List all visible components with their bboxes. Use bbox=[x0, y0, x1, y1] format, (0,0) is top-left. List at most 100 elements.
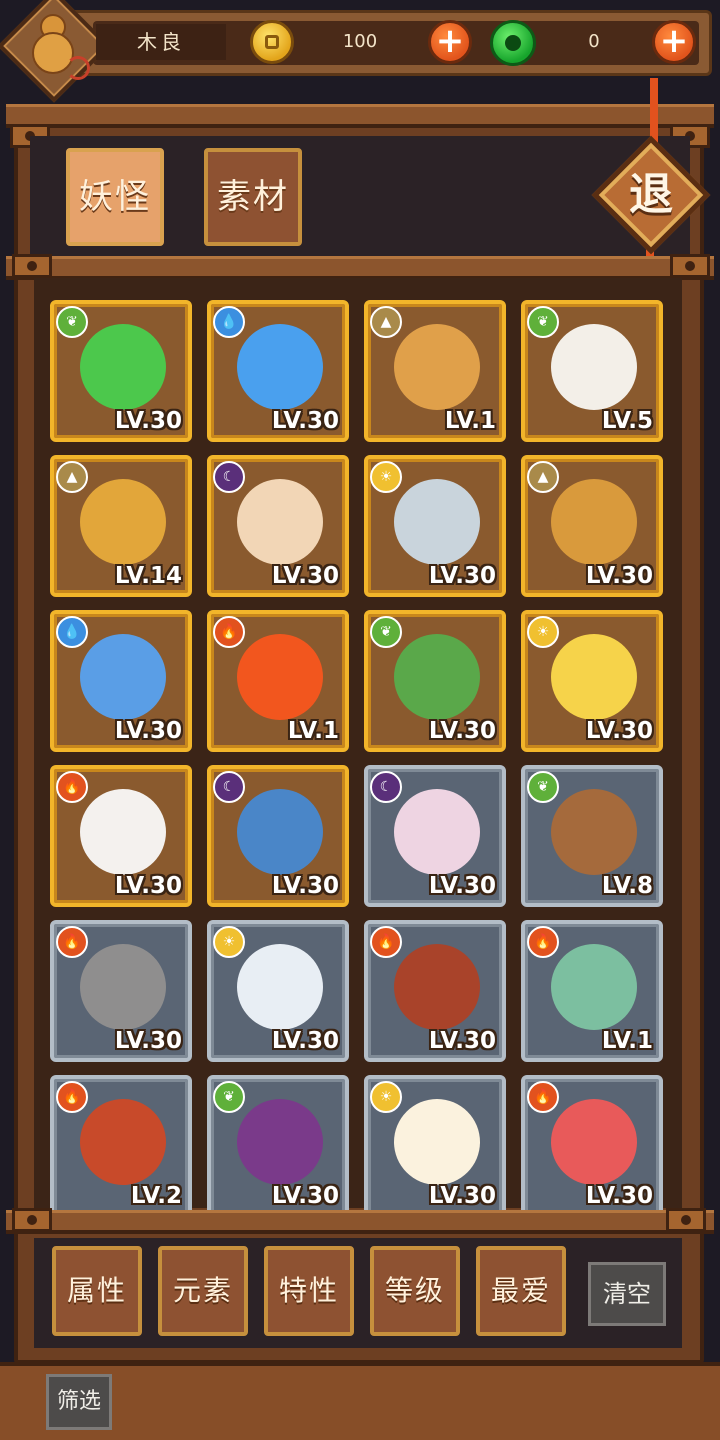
dumpling-box-icon bbox=[551, 324, 637, 410]
water-element-icon: 💧 bbox=[56, 616, 88, 648]
gem-count: 0 bbox=[588, 31, 600, 52]
monster-level: LV.5 bbox=[601, 408, 653, 434]
monster-card[interactable]: ❦ LV.30 bbox=[50, 300, 192, 442]
monster-level: LV.30 bbox=[271, 873, 339, 899]
monster-level: LV.30 bbox=[114, 1028, 182, 1054]
monster-card[interactable]: 🔥 LV.30 bbox=[521, 1075, 663, 1217]
white-fox-icon bbox=[80, 789, 166, 875]
pink-egg-icon bbox=[394, 789, 480, 875]
monster-level: LV.2 bbox=[130, 1183, 182, 1209]
tab-monsters[interactable]: 妖怪 bbox=[66, 148, 164, 246]
blue-cards-icon bbox=[237, 789, 323, 875]
monster-card[interactable]: ▲ LV.30 bbox=[521, 455, 663, 597]
monster-card[interactable]: ❦ LV.5 bbox=[521, 300, 663, 442]
light-element-icon: ☀ bbox=[527, 616, 559, 648]
green-star-spirit-icon bbox=[80, 324, 166, 410]
fire-element-icon: 🔥 bbox=[370, 926, 402, 958]
leaf-element-icon: ❦ bbox=[370, 616, 402, 648]
monster-card[interactable]: ▲ LV.14 bbox=[50, 455, 192, 597]
filter-attribute-button[interactable]: 属性 bbox=[52, 1246, 142, 1336]
clear-filters-button[interactable]: 清空 bbox=[588, 1262, 666, 1326]
monster-level: LV.30 bbox=[585, 1183, 653, 1209]
star-shuriken-icon bbox=[237, 944, 323, 1030]
light-element-icon: ☀ bbox=[370, 461, 402, 493]
leaf-element-icon: ❦ bbox=[527, 771, 559, 803]
green-ogre-icon bbox=[551, 944, 637, 1030]
monster-level: LV.1 bbox=[287, 718, 339, 744]
filter-level-button[interactable]: 等级 bbox=[370, 1246, 460, 1336]
boy-with-hat-icon bbox=[237, 479, 323, 565]
tab-materials[interactable]: 素材 bbox=[204, 148, 302, 246]
light-element-icon: ☀ bbox=[213, 926, 245, 958]
water-element-icon: 💧 bbox=[213, 306, 245, 338]
monster-card[interactable]: 🔥 LV.30 bbox=[50, 920, 192, 1062]
frame-post bbox=[670, 254, 710, 278]
dark-element-icon: ☾ bbox=[213, 461, 245, 493]
leaf-element-icon: ❦ bbox=[213, 1081, 245, 1113]
monster-card[interactable]: 🔥 LV.1 bbox=[521, 920, 663, 1062]
earth-element-icon: ▲ bbox=[370, 306, 402, 338]
monster-level: LV.30 bbox=[585, 718, 653, 744]
green-jade-icon bbox=[490, 20, 536, 66]
earth-element-icon: ▲ bbox=[56, 461, 88, 493]
monster-card[interactable]: ☾ LV.30 bbox=[364, 765, 506, 907]
monster-card[interactable]: ☀ LV.30 bbox=[207, 920, 349, 1062]
monster-card[interactable]: ☀ LV.30 bbox=[521, 610, 663, 752]
screen-button[interactable]: 筛选 bbox=[46, 1374, 112, 1430]
golden-ghost-icon bbox=[551, 634, 637, 720]
monster-level: LV.30 bbox=[271, 563, 339, 589]
frame-post bbox=[12, 254, 52, 278]
top-beam bbox=[6, 104, 714, 128]
red-flower-icon bbox=[551, 1099, 637, 1185]
monster-level: LV.30 bbox=[428, 563, 496, 589]
monster-card[interactable]: ❦ LV.8 bbox=[521, 765, 663, 907]
add-gems-button[interactable]: + bbox=[652, 20, 696, 64]
monster-card[interactable]: 🔥 LV.1 bbox=[207, 610, 349, 752]
taurus-star-spirit-icon bbox=[551, 479, 637, 565]
monster-level: LV.30 bbox=[428, 718, 496, 744]
flower-girl-icon bbox=[551, 789, 637, 875]
middle-beam bbox=[6, 256, 714, 280]
fire-element-icon: 🔥 bbox=[213, 616, 245, 648]
gourd-avatar-icon[interactable] bbox=[22, 12, 90, 80]
monster-card[interactable]: ❦ LV.30 bbox=[364, 610, 506, 752]
monkey-charm-icon bbox=[80, 479, 166, 565]
water-orb-icon bbox=[237, 324, 323, 410]
flame-spirit-icon bbox=[237, 634, 323, 720]
exit-button[interactable]: 退 bbox=[591, 135, 711, 255]
filter-favorite-button[interactable]: 最爱 bbox=[476, 1246, 566, 1336]
monster-card[interactable]: 🔥 LV.30 bbox=[50, 765, 192, 907]
monster-card[interactable]: 💧 LV.30 bbox=[207, 300, 349, 442]
monster-grid: ❦ LV.30 💧 LV.30 ▲ LV.1 ❦ LV.5 ▲ LV.14 ☾ LV.30 ☀ LV.30… bbox=[34, 278, 682, 1217]
fire-element-icon: 🔥 bbox=[56, 1081, 88, 1113]
bubble-boy-icon bbox=[394, 479, 480, 565]
monster-card[interactable]: 🔥 LV.30 bbox=[364, 920, 506, 1062]
frame-post bbox=[12, 1208, 52, 1232]
monster-level: LV.30 bbox=[114, 873, 182, 899]
frame-post bbox=[666, 1208, 706, 1232]
monster-card[interactable]: ☀ LV.30 bbox=[364, 1075, 506, 1217]
monster-level: LV.30 bbox=[428, 1183, 496, 1209]
monster-card[interactable]: ☀ LV.30 bbox=[364, 455, 506, 597]
fire-element-icon: 🔥 bbox=[56, 771, 88, 803]
monster-card[interactable]: ❦ LV.30 bbox=[207, 1075, 349, 1217]
monster-card[interactable]: ☾ LV.30 bbox=[207, 765, 349, 907]
monster-level: LV.1 bbox=[444, 408, 496, 434]
player-name: 木良 bbox=[96, 24, 226, 60]
dark-element-icon: ☾ bbox=[213, 771, 245, 803]
monster-card[interactable]: ▲ LV.1 bbox=[364, 300, 506, 442]
leo-star-spirit-icon bbox=[394, 324, 480, 410]
monster-card[interactable]: 💧 LV.30 bbox=[50, 610, 192, 752]
monster-level: LV.30 bbox=[114, 408, 182, 434]
monster-level: LV.30 bbox=[428, 1028, 496, 1054]
monster-level: LV.30 bbox=[428, 873, 496, 899]
monkey-king-icon bbox=[80, 1099, 166, 1185]
monster-level: LV.30 bbox=[271, 408, 339, 434]
add-coins-button[interactable]: + bbox=[428, 20, 472, 64]
monster-card[interactable]: ☾ LV.30 bbox=[207, 455, 349, 597]
dark-element-icon: ☾ bbox=[370, 771, 402, 803]
coin-count: 100 bbox=[342, 31, 378, 52]
monster-card[interactable]: 🔥 LV.2 bbox=[50, 1075, 192, 1217]
filter-trait-button[interactable]: 特性 bbox=[264, 1246, 354, 1336]
filter-element-button[interactable]: 元素 bbox=[158, 1246, 248, 1336]
